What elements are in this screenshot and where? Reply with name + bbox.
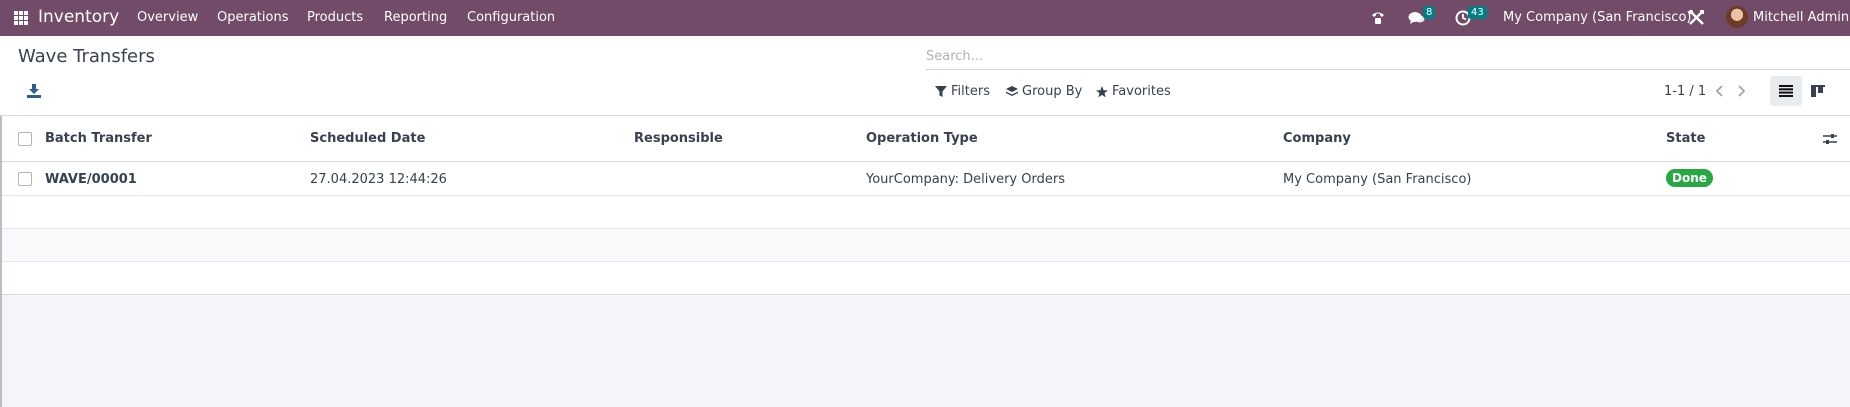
chevron-left-icon[interactable] [1713, 84, 1727, 98]
table-header: Batch Transfer Scheduled Date Responsibl… [0, 116, 1850, 162]
menu-products[interactable]: Products [307, 10, 363, 25]
content-left-border [0, 116, 2, 407]
list-view-button[interactable] [1770, 76, 1802, 106]
menu-reporting[interactable]: Reporting [384, 10, 447, 25]
company-switcher[interactable]: My Company (San Francisco) [1503, 10, 1691, 25]
phone-icon[interactable] [1370, 10, 1386, 26]
select-all-checkbox[interactable] [18, 132, 32, 146]
search-bar [926, 42, 1850, 70]
filters-label: Filters [951, 84, 990, 99]
empty-row [0, 229, 1850, 262]
empty-row [0, 262, 1850, 295]
group-by-label: Group By [1022, 84, 1083, 99]
top-navbar: Inventory Overview Operations Products R… [0, 0, 1850, 36]
menu-overview[interactable]: Overview [137, 10, 198, 25]
column-scheduled-date[interactable]: Scheduled Date [310, 131, 425, 146]
search-input[interactable] [926, 46, 1826, 66]
user-menu[interactable]: Mitchell Admin [1753, 10, 1849, 25]
column-responsible[interactable]: Responsible [634, 131, 723, 146]
pager-value[interactable]: 1-1 / 1 [1664, 84, 1706, 99]
favorites-button[interactable]: Favorites [1096, 84, 1171, 99]
menu-configuration[interactable]: Configuration [467, 10, 555, 25]
cell-scheduled-date: 27.04.2023 12:44:26 [310, 172, 447, 187]
filters-button[interactable]: Filters [935, 84, 990, 99]
download-icon[interactable] [26, 83, 42, 99]
app-name[interactable]: Inventory [38, 7, 119, 27]
column-operation-type[interactable]: Operation Type [866, 131, 978, 146]
chevron-right-icon[interactable] [1734, 84, 1748, 98]
filter-icon [935, 85, 947, 97]
layers-icon [1006, 85, 1018, 96]
page-title: Wave Transfers [18, 46, 155, 67]
list-view-icon [1779, 85, 1793, 97]
cell-operation-type: YourCompany: Delivery Orders [866, 172, 1065, 187]
messages-count-badge: 8 [1423, 6, 1436, 19]
star-icon [1096, 85, 1108, 97]
status-badge: Done [1666, 169, 1713, 187]
cell-batch-transfer: WAVE/00001 [45, 172, 137, 187]
sliders-icon[interactable] [1823, 132, 1837, 146]
table-row[interactable]: WAVE/00001 27.04.2023 12:44:26 YourCompa… [0, 162, 1850, 196]
control-panel: Wave Transfers Filters Group By Favorite… [0, 36, 1850, 116]
group-by-button[interactable]: Group By [1006, 84, 1082, 99]
column-state[interactable]: State [1666, 131, 1705, 146]
favorites-label: Favorites [1112, 84, 1171, 99]
menu-operations[interactable]: Operations [217, 10, 288, 25]
row-checkbox[interactable] [18, 172, 32, 186]
kanban-view-button[interactable] [1802, 76, 1834, 106]
apps-grid-icon[interactable] [14, 11, 28, 25]
column-batch-transfer[interactable]: Batch Transfer [45, 131, 152, 146]
list-view: Batch Transfer Scheduled Date Responsibl… [0, 116, 1850, 295]
cell-company: My Company (San Francisco) [1283, 172, 1472, 187]
column-company[interactable]: Company [1283, 131, 1351, 146]
activities-count-badge: 43 [1468, 6, 1487, 19]
user-avatar[interactable] [1726, 6, 1748, 28]
tools-icon[interactable] [1688, 9, 1705, 26]
kanban-view-icon [1811, 85, 1825, 97]
empty-row [0, 196, 1850, 229]
